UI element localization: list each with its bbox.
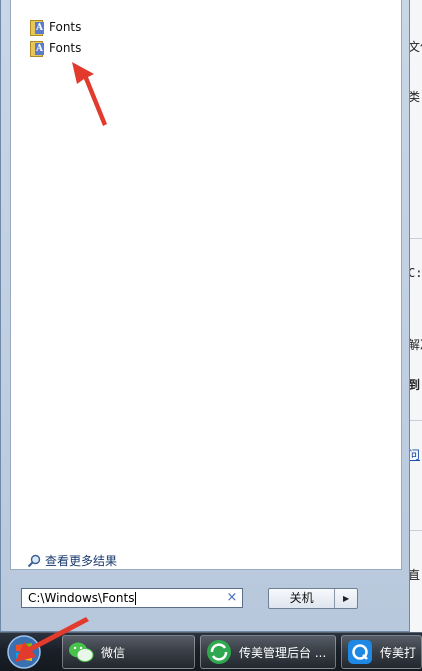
taskbar-item-label: 传美管理后台 ...	[239, 645, 327, 660]
text-caret	[135, 592, 137, 605]
fonts-folder-icon: A	[29, 40, 45, 57]
bg-text-fragment: 文件	[408, 40, 422, 54]
result-item-fonts[interactable]: A Fonts	[29, 17, 81, 37]
start-menu: A Fonts A Fonts 查看更多结果 C:\Windows\Fonts …	[0, 0, 410, 632]
result-item-fonts[interactable]: A Fonts	[29, 38, 81, 58]
start-orb-icon[interactable]	[6, 634, 42, 670]
taskbar-item-label: 微信	[101, 645, 126, 660]
shutdown-options-arrow-icon[interactable]: ▶	[335, 589, 357, 608]
result-label: Fonts	[49, 20, 82, 34]
taskbar: 微信 传美管理后台 ... 传美打	[0, 632, 422, 671]
bg-text-fragment: 解决	[408, 338, 422, 352]
search-value: C:\Windows\Fonts	[28, 591, 135, 605]
see-more-label: 查看更多结果	[45, 554, 118, 568]
shutdown-button-group: 关机 ▶	[268, 588, 358, 609]
bg-text-fragment: C:	[408, 266, 422, 280]
green-refresh-icon	[207, 640, 231, 664]
wechat-icon	[69, 642, 94, 662]
magnifier-icon	[27, 554, 41, 567]
fonts-folder-icon: A	[29, 19, 45, 36]
result-label: Fonts	[49, 41, 82, 55]
blue-q-icon	[348, 640, 372, 664]
search-results-pane: A Fonts A Fonts 查看更多结果	[10, 0, 402, 570]
start-search-input[interactable]: C:\Windows\Fonts	[21, 588, 243, 608]
taskbar-item-label: 传美打	[380, 645, 417, 660]
shutdown-button[interactable]: 关机	[269, 589, 336, 608]
taskbar-item-wechat[interactable]: 微信	[62, 635, 195, 669]
taskbar-item-print[interactable]: 传美打	[341, 635, 422, 669]
clear-search-icon[interactable]: ×	[226, 590, 238, 606]
taskbar-item-admin[interactable]: 传美管理后台 ...	[200, 635, 336, 669]
see-more-results-link[interactable]: 查看更多结果	[27, 552, 117, 569]
